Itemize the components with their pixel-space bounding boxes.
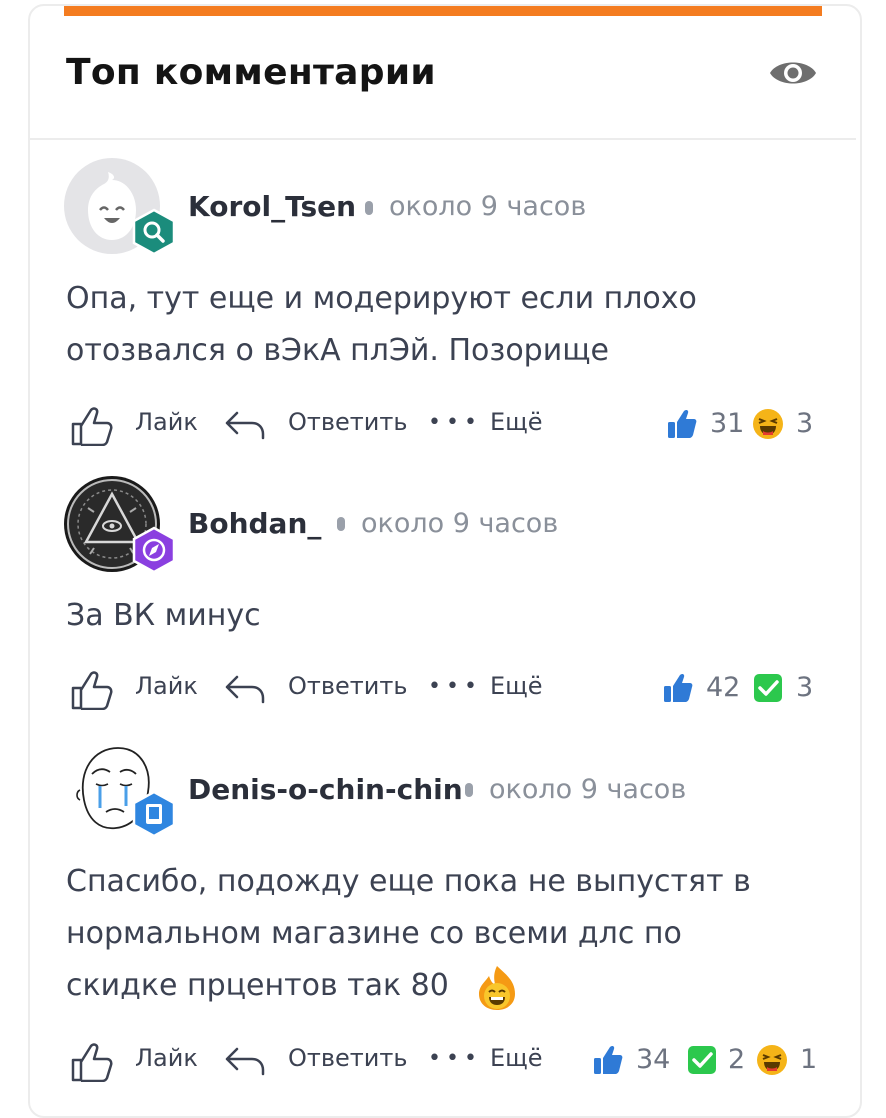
reaction-count: 2 <box>728 1044 746 1075</box>
comment-text: Опа, тут еще и модерируют если плохо ото… <box>66 273 826 377</box>
thumbs-up-icon[interactable] <box>592 1044 624 1076</box>
check-icon[interactable] <box>752 672 784 704</box>
comment-line: скидке прцентов так 80 <box>66 960 826 1012</box>
header-divider <box>30 138 856 140</box>
separator-dot <box>337 517 345 531</box>
timestamp: около 9 часов <box>389 191 587 222</box>
reply-icon[interactable] <box>224 1046 266 1078</box>
author-name[interactable]: Korol_Tsen <box>188 190 356 223</box>
comment-line: Спасибо, подожду еще пока не выпустят в <box>66 864 751 899</box>
comment-line: За ВК минус <box>66 598 261 633</box>
reply-button[interactable]: Ответить <box>288 408 407 436</box>
laugh-emoji-icon[interactable] <box>752 408 784 440</box>
like-icon[interactable] <box>70 406 114 446</box>
more-button[interactable]: Ещё <box>490 408 543 436</box>
more-button[interactable]: Ещё <box>490 672 543 700</box>
more-dots-icon[interactable]: ••• <box>428 1046 482 1071</box>
reply-button[interactable]: Ответить <box>288 1044 407 1072</box>
comment-line-text: скидке прцентов так 80 <box>66 968 449 1003</box>
more-dots-icon[interactable]: ••• <box>428 410 482 435</box>
comment-line: нормальном магазине со всеми длс по <box>66 916 682 951</box>
reply-button[interactable]: Ответить <box>288 672 407 700</box>
reaction-count: 1 <box>800 1044 818 1075</box>
timestamp: около 9 часов <box>361 508 559 539</box>
reaction-count: 42 <box>706 672 741 703</box>
reaction-count: 3 <box>796 408 814 439</box>
accent-bar <box>64 6 822 16</box>
thumbs-up-icon[interactable] <box>666 408 698 440</box>
reaction-count: 3 <box>796 672 814 703</box>
search-badge-icon <box>132 208 176 256</box>
comment-actions: Лайк Ответить ••• Ещё 42 3 <box>0 668 886 710</box>
comment-line: Опа, тут еще и модерируют если плохо <box>66 281 697 316</box>
reply-icon[interactable] <box>224 410 266 442</box>
comment-line: отозвался о вЭкА плЭй. Позорище <box>66 333 609 368</box>
reaction-count: 31 <box>710 408 745 439</box>
compass-badge-icon <box>132 526 176 574</box>
separator-dot <box>365 201 373 215</box>
like-button[interactable]: Лайк <box>135 672 198 700</box>
comment-actions: Лайк Ответить ••• Ещё 31 3 <box>0 404 886 446</box>
author-name[interactable]: Denis-o-chin-chin <box>188 773 463 806</box>
separator-dot <box>465 783 473 797</box>
book-badge-icon <box>132 790 176 838</box>
like-button[interactable]: Лайк <box>135 1044 198 1072</box>
eye-icon[interactable] <box>768 55 818 91</box>
timestamp: около 9 часов <box>489 774 687 805</box>
more-dots-icon[interactable]: ••• <box>428 674 482 699</box>
like-icon[interactable] <box>70 1042 114 1082</box>
check-icon[interactable] <box>686 1044 718 1076</box>
comment-actions: Лайк Ответить ••• Ещё 34 2 1 <box>0 1040 886 1082</box>
thumbs-up-icon[interactable] <box>662 672 694 704</box>
reply-icon[interactable] <box>224 674 266 706</box>
comment-text: Спасибо, подожду еще пока не выпустят в … <box>66 856 826 1012</box>
like-button[interactable]: Лайк <box>135 408 198 436</box>
comment-text: За ВК минус <box>66 590 826 642</box>
fire-smile-emoji-icon <box>478 966 515 1010</box>
reaction-count: 34 <box>636 1044 671 1075</box>
laugh-emoji-icon[interactable] <box>756 1044 788 1076</box>
more-button[interactable]: Ещё <box>490 1044 543 1072</box>
page-title: Топ комментарии <box>66 52 436 93</box>
author-name[interactable]: Bohdan_ <box>188 507 321 540</box>
like-icon[interactable] <box>70 670 114 710</box>
